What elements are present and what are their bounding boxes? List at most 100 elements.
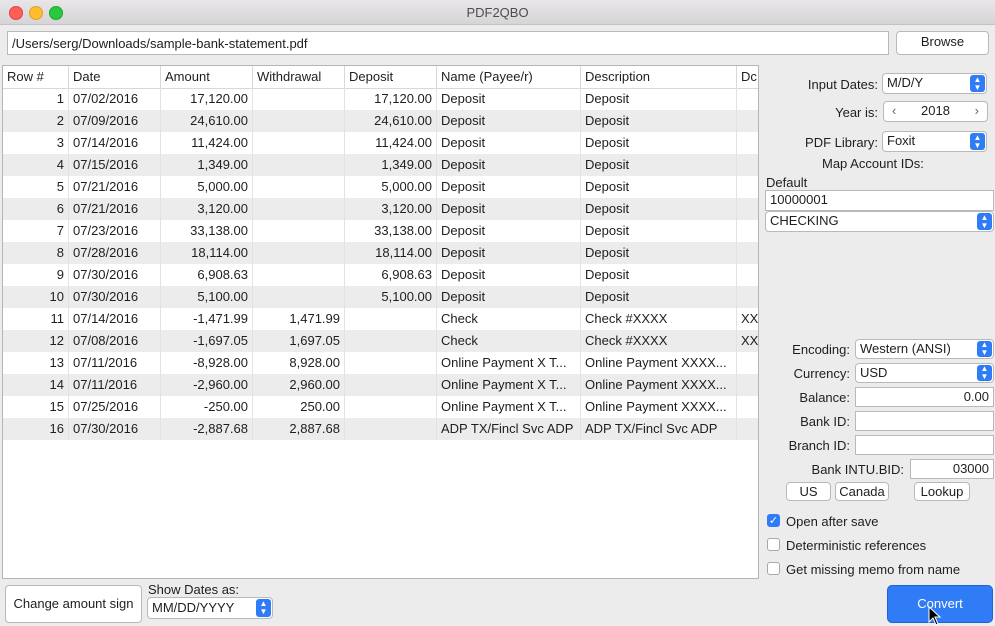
- cell-deposit: 3,120.00: [345, 198, 437, 220]
- cell-row-number: 1: [3, 88, 69, 110]
- cell-deposit: 24,610.00: [345, 110, 437, 132]
- column-header-deposit[interactable]: Deposit: [345, 66, 437, 88]
- table-row[interactable]: 7 07/23/2016 33,138.00 33,138.00 Deposit Depo…: [3, 220, 758, 242]
- cell-amount: 6,908.63: [161, 264, 253, 286]
- table-row[interactable]: 3 07/14/2016 11,424.00 11,424.00 Deposit Depo…: [3, 132, 758, 154]
- cell-description: Deposit: [581, 198, 737, 220]
- cell-deposit: 33,138.00: [345, 220, 437, 242]
- cell-deposit: 17,120.00: [345, 88, 437, 110]
- column-header-description[interactable]: Description: [581, 66, 737, 88]
- year-stepper[interactable]: ‹ 2018 ›: [883, 101, 988, 122]
- column-header-amount[interactable]: Amount: [161, 66, 253, 88]
- account-id-field[interactable]: 10000001: [765, 190, 994, 211]
- cell-description: Deposit: [581, 220, 737, 242]
- table-row[interactable]: 4 07/15/2016 1,349.00 1,349.00 Deposit Deposi…: [3, 154, 758, 176]
- table-row[interactable]: 11 07/14/2016 -1,471.99 1,471.99 Check Check …: [3, 308, 758, 330]
- cell-amount: 3,120.00: [161, 198, 253, 220]
- branch-id-field[interactable]: [855, 435, 994, 455]
- cell-deposit: [345, 374, 437, 396]
- cell-withdrawal: [253, 242, 345, 264]
- table-row[interactable]: 16 07/30/2016 -2,887.68 2,887.68 ADP TX/Finc…: [3, 418, 758, 440]
- cell-withdrawal: 2,887.68: [253, 418, 345, 440]
- cell-withdrawal: 1,471.99: [253, 308, 345, 330]
- account-type-select[interactable]: CHECKING ▲ ▼: [765, 211, 994, 232]
- window-title: PDF2QBO: [466, 5, 529, 20]
- missing-memo-checkbox[interactable]: [767, 562, 780, 575]
- table-row[interactable]: 9 07/30/2016 6,908.63 6,908.63 Deposit Deposi…: [3, 264, 758, 286]
- cell-deposit: 6,908.63: [345, 264, 437, 286]
- cell-payee-name: Online Payment X T...: [437, 396, 581, 418]
- cell-deposit: [345, 418, 437, 440]
- open-after-save-checkbox[interactable]: ✓: [767, 514, 780, 527]
- pdf-library-select[interactable]: Foxit ▲ ▼: [882, 131, 987, 152]
- column-header-payee-name[interactable]: Name (Payee/r): [437, 66, 581, 88]
- cell-amount: -1,471.99: [161, 308, 253, 330]
- cell-deposit: [345, 396, 437, 418]
- cell-date: 07/25/2016: [69, 396, 161, 418]
- currency-select[interactable]: USD ▲ ▼: [855, 363, 994, 383]
- chevron-updown-icon: ▲ ▼: [977, 213, 992, 230]
- cell-doc: [737, 220, 758, 242]
- table-row[interactable]: 14 07/11/2016 -2,960.00 2,960.00 Online Paym…: [3, 374, 758, 396]
- column-header-row-number[interactable]: Row #: [3, 66, 69, 88]
- column-header-date[interactable]: Date: [69, 66, 161, 88]
- table-row[interactable]: 1 07/02/2016 17,120.00 17,120.00 Deposit Depo…: [3, 88, 758, 110]
- cell-date: 07/11/2016: [69, 374, 161, 396]
- table-header: Row # Date Amount Withdrawal Deposit Name (Pa…: [3, 66, 758, 89]
- cell-withdrawal: [253, 198, 345, 220]
- transactions-table[interactable]: Row # Date Amount Withdrawal Deposit Name (Pa…: [2, 65, 759, 579]
- column-header-withdrawal[interactable]: Withdrawal: [253, 66, 345, 88]
- cell-amount: 1,349.00: [161, 154, 253, 176]
- cell-payee-name: Deposit: [437, 264, 581, 286]
- us-button[interactable]: US: [786, 482, 831, 501]
- deterministic-references-checkbox[interactable]: [767, 538, 780, 551]
- cell-description: Deposit: [581, 286, 737, 308]
- cell-withdrawal: 1,697.05: [253, 330, 345, 352]
- table-row[interactable]: 8 07/28/2016 18,114.00 18,114.00 Deposit Depo…: [3, 242, 758, 264]
- change-amount-sign-button[interactable]: Change amount sign: [5, 585, 142, 623]
- cell-payee-name: Check: [437, 330, 581, 352]
- cell-amount: 18,114.00: [161, 242, 253, 264]
- cell-row-number: 3: [3, 132, 69, 154]
- bank-intu-bid-field[interactable]: 03000: [910, 459, 994, 479]
- cell-amount: -250.00: [161, 396, 253, 418]
- table-row[interactable]: 5 07/21/2016 5,000.00 5,000.00 Deposit Deposi…: [3, 176, 758, 198]
- cell-row-number: 5: [3, 176, 69, 198]
- chevron-updown-icon: ▲ ▼: [977, 341, 992, 357]
- column-header-doc[interactable]: Dc: [737, 66, 758, 88]
- balance-field[interactable]: 0.00: [855, 387, 994, 407]
- lookup-button[interactable]: Lookup: [914, 482, 970, 501]
- chevron-right-icon[interactable]: ›: [975, 102, 979, 120]
- cell-row-number: 2: [3, 110, 69, 132]
- cell-doc: [737, 352, 758, 374]
- cell-payee-name: Online Payment X T...: [437, 374, 581, 396]
- cell-payee-name: Deposit: [437, 88, 581, 110]
- cell-deposit: [345, 308, 437, 330]
- canada-button[interactable]: Canada: [835, 482, 889, 501]
- table-row[interactable]: 15 07/25/2016 -250.00 250.00 Online Payment …: [3, 396, 758, 418]
- missing-memo-label: Get missing memo from name: [786, 562, 961, 577]
- cell-amount: 17,120.00: [161, 88, 253, 110]
- file-path-field[interactable]: /Users/serg/Downloads/sample-bank-statem…: [7, 31, 889, 55]
- cell-payee-name: Check: [437, 308, 581, 330]
- table-row[interactable]: 13 07/11/2016 -8,928.00 8,928.00 Online Paym…: [3, 352, 758, 374]
- cell-payee-name: Deposit: [437, 242, 581, 264]
- bank-id-field[interactable]: [855, 411, 994, 431]
- table-row[interactable]: 6 07/21/2016 3,120.00 3,120.00 Deposit Deposi…: [3, 198, 758, 220]
- chevron-left-icon[interactable]: ‹: [892, 102, 896, 120]
- table-row[interactable]: 2 07/09/2016 24,610.00 24,610.00 Deposit Depo…: [3, 110, 758, 132]
- input-dates-select[interactable]: M/D/Y ▲ ▼: [882, 73, 987, 94]
- browse-button[interactable]: Browse: [896, 31, 989, 55]
- show-dates-select[interactable]: MM/DD/YYYY ▲ ▼: [147, 597, 273, 619]
- cell-payee-name: Deposit: [437, 220, 581, 242]
- cell-amount: 5,100.00: [161, 286, 253, 308]
- cell-row-number: 7: [3, 220, 69, 242]
- table-row[interactable]: 10 07/30/2016 5,100.00 5,100.00 Deposit Depos…: [3, 286, 758, 308]
- cell-description: Check #XXXX: [581, 330, 737, 352]
- encoding-select[interactable]: Western (ANSI) ▲ ▼: [855, 339, 994, 359]
- cell-description: Online Payment XXXX...: [581, 352, 737, 374]
- cell-date: 07/30/2016: [69, 286, 161, 308]
- cell-row-number: 9: [3, 264, 69, 286]
- cell-row-number: 15: [3, 396, 69, 418]
- table-row[interactable]: 12 07/08/2016 -1,697.05 1,697.05 Check Check …: [3, 330, 758, 352]
